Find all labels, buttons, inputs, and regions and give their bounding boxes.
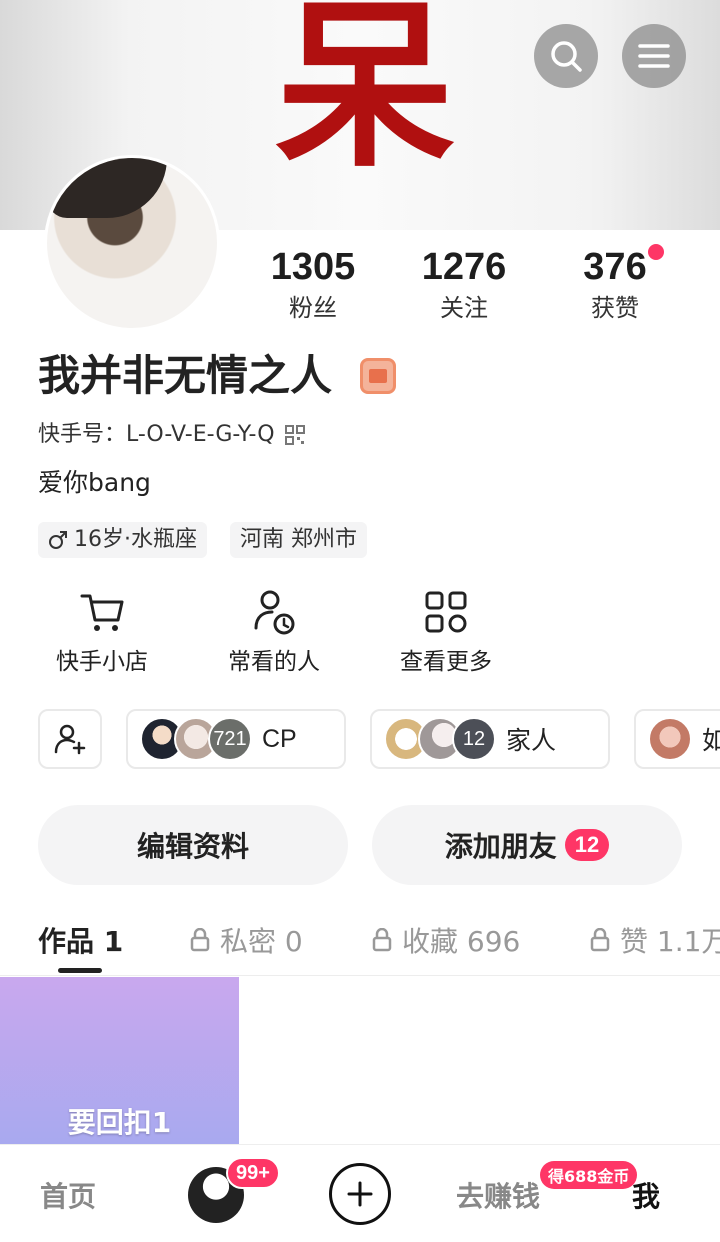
- cart-icon: [80, 594, 124, 631]
- active-tab-indicator: [58, 968, 102, 973]
- add-friend-button[interactable]: 添加朋友 12: [372, 805, 682, 885]
- grid-icon: [425, 591, 467, 633]
- add-person-icon: [54, 724, 86, 755]
- plus-icon: [347, 1181, 373, 1207]
- tab-label: 收藏 696: [402, 925, 521, 958]
- relation-other[interactable]: 如: [634, 709, 720, 769]
- earn-badge: 得688金币: [540, 1161, 638, 1189]
- cp-count: 721: [208, 717, 252, 761]
- nav-avatar-badge: 99+: [226, 1157, 280, 1189]
- stat-value: 1305: [270, 246, 356, 288]
- shortcut-label: 查看更多: [400, 649, 492, 675]
- other-avatar: [648, 717, 692, 761]
- male-icon: [49, 531, 67, 549]
- notification-dot: [648, 244, 664, 260]
- stat-fans[interactable]: 1305 粉丝: [253, 245, 373, 325]
- relation-cp[interactable]: 721 CP: [126, 709, 346, 769]
- user-id-text: 快手号：L-O-V-E-G-Y-Q: [38, 422, 275, 447]
- bio: 爱你bang: [38, 468, 151, 497]
- bottom-nav: 首页 99+ 去赚钱 得688金币 我: [0, 1144, 720, 1242]
- avatar[interactable]: [44, 155, 220, 331]
- tab-favorites[interactable]: 收藏 696: [372, 920, 520, 960]
- tab-works[interactable]: 作品 1: [38, 920, 123, 960]
- lock-icon: [372, 928, 392, 952]
- stat-label: 粉丝: [289, 294, 337, 322]
- location-tag: 河南 郑州市: [230, 522, 367, 558]
- level-badge-icon[interactable]: [360, 358, 396, 394]
- lock-icon: [590, 928, 610, 952]
- relation-label: 如: [702, 727, 720, 755]
- tab-label: 作品 1: [38, 925, 124, 958]
- shortcut-label: 快手小店: [56, 649, 148, 675]
- age-tag: 16岁·水瓶座: [38, 522, 207, 558]
- create-button[interactable]: [329, 1163, 391, 1225]
- relation-label: 家人: [506, 727, 557, 755]
- relation-family[interactable]: 12 家人: [370, 709, 610, 769]
- shortcut-shop[interactable]: 快手小店: [37, 588, 167, 678]
- add-friend-label: 添加朋友: [444, 830, 557, 863]
- tab-private[interactable]: 私密 0: [190, 920, 303, 960]
- nav-earn[interactable]: 去赚钱: [456, 1175, 540, 1215]
- stat-value: 1276: [421, 246, 507, 288]
- work-thumbnail[interactable]: 要回扣1: [0, 977, 239, 1145]
- user-id[interactable]: 快手号：L-O-V-E-G-Y-Q: [38, 420, 305, 450]
- age-tag-label: 16岁·水瓶座: [74, 527, 197, 552]
- search-icon: [551, 41, 582, 72]
- add-friend-badge: 12: [564, 829, 610, 861]
- shortcut-label: 常看的人: [228, 649, 320, 675]
- family-count: 12: [452, 717, 496, 761]
- person-clock-icon: [254, 590, 295, 635]
- work-caption: 要回扣1: [67, 1106, 172, 1139]
- menu-button[interactable]: [622, 24, 686, 88]
- menu-icon: [638, 44, 670, 68]
- tab-label: 赞 1.1万: [620, 925, 720, 958]
- stat-label: 关注: [440, 294, 488, 322]
- edit-profile-label: 编辑资料: [136, 830, 249, 863]
- tab-label: 私密 0: [220, 925, 303, 958]
- tab-liked[interactable]: 赞 1.1万: [590, 920, 720, 960]
- nav-me[interactable]: 我: [632, 1175, 660, 1215]
- add-relation-button[interactable]: [38, 709, 102, 769]
- qr-code-icon: [284, 425, 305, 445]
- relation-label: CP: [262, 724, 297, 753]
- banner-glyph: 呆: [274, 0, 455, 192]
- location-tag-label: 河南 郑州市: [240, 527, 357, 552]
- content-tabs: 作品 1 私密 0 收藏 696 赞 1.1万: [0, 908, 720, 976]
- lock-icon: [190, 928, 210, 952]
- search-button[interactable]: [534, 24, 598, 88]
- nav-home[interactable]: 首页: [40, 1175, 96, 1215]
- edit-profile-button[interactable]: 编辑资料: [38, 805, 348, 885]
- stat-label: 获赞: [591, 294, 639, 322]
- stat-following[interactable]: 1276 关注: [404, 245, 524, 325]
- shortcut-frequent-people[interactable]: 常看的人: [209, 588, 339, 678]
- shortcut-more[interactable]: 查看更多: [381, 588, 511, 678]
- nickname: 我并非无情之人: [38, 351, 333, 400]
